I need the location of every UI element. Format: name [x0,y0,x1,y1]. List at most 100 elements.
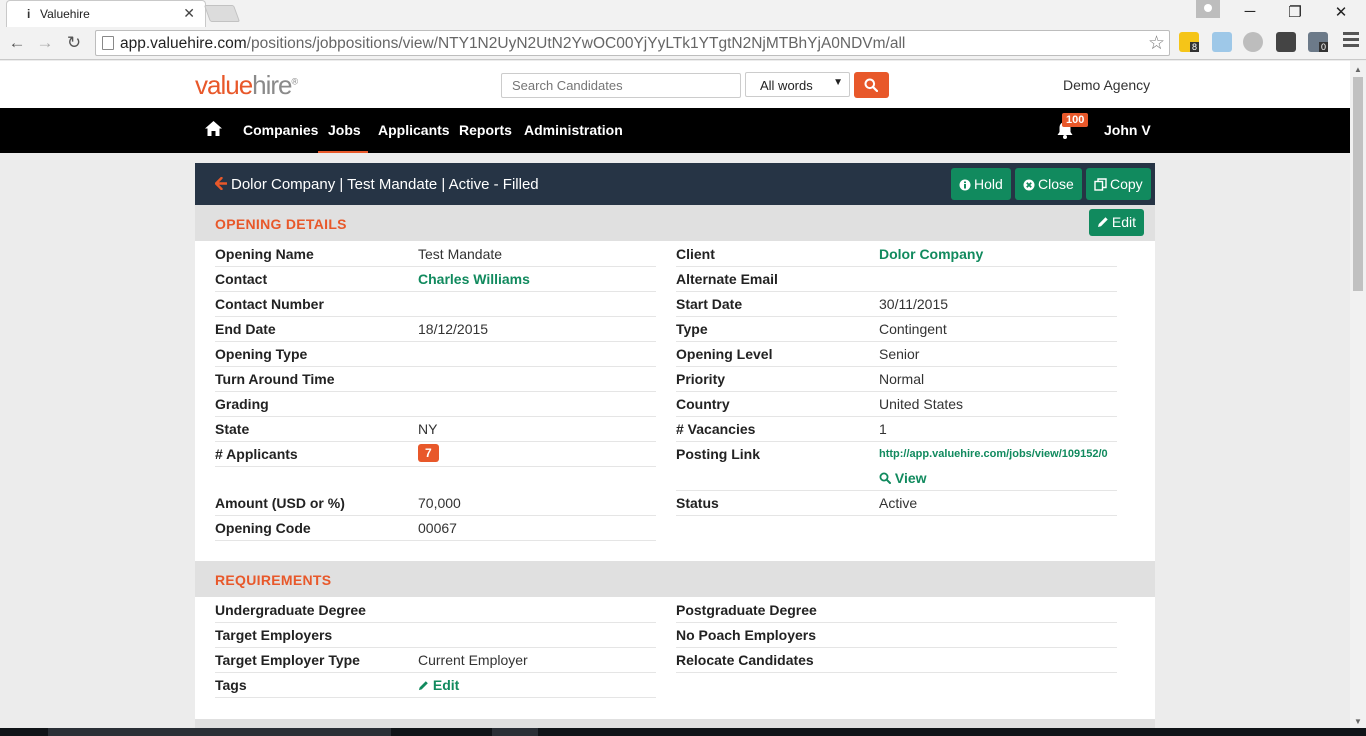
copy-button[interactable]: Copy [1086,168,1151,200]
close-button[interactable]: Close [1015,168,1082,200]
section-title: OPENING DETAILS [215,216,347,232]
applicants-count-badge[interactable]: 7 [418,444,439,462]
field-label: Turn Around Time [215,371,335,387]
scroll-up-icon[interactable]: ▲ [1354,65,1362,74]
field-label: Opening Name [215,246,314,262]
opening-level-value: Senior [879,346,920,362]
extension-icon[interactable] [1243,32,1263,52]
field-label: Opening Type [215,346,308,362]
country-value: United States [879,396,964,412]
scrollbar-thumb[interactable] [1353,77,1363,291]
browser-toolbar: ← → ↻ app.valuehire.com/positions/jobpos… [0,27,1366,60]
field-label: Priority [676,371,726,387]
hold-button[interactable]: Hold [951,168,1011,200]
window-close-icon[interactable]: ✕ [1318,3,1364,21]
caret-down-icon: ▼ [833,77,843,88]
section-title: REQUIREMENTS [215,572,332,588]
card-header: Dolor Company | Test Mandate | Active - … [195,163,1155,205]
field-label: Country [676,396,730,412]
search-icon [879,472,891,484]
field-label: Contact [215,271,268,287]
profile-icon[interactable] [1196,0,1220,18]
start-date-value: 30/11/2015 [879,296,949,312]
nav-jobs[interactable]: Jobs [328,122,361,138]
requirements-header: REQUIREMENTS [195,561,1155,597]
search-icon [864,78,878,92]
field-label: Postgraduate Degree [676,602,817,618]
contact-link[interactable]: Charles Williams [418,271,530,287]
scroll-down-icon[interactable]: ▼ [1354,717,1362,726]
app-header: valuehire® All words ▼ Demo Agency [0,61,1350,108]
agency-name[interactable]: Demo Agency [1063,77,1150,93]
opening-name-value: Test Mandate [418,246,503,262]
tab-title: Valuehire [40,7,90,21]
field-label: Posting Link [676,446,760,462]
copy-icon [1094,178,1107,191]
active-nav-indicator [318,151,368,153]
field-label: # Applicants [215,446,298,462]
field-label: Status [676,495,719,511]
back-arrow-icon[interactable] [215,177,227,190]
field-label: Alternate Email [676,271,778,287]
notification-badge: 100 [1062,113,1089,127]
field-label: Tags [215,677,247,693]
nav-administration[interactable]: Administration [524,122,623,138]
field-label: Relocate Candidates [676,652,814,668]
client-link[interactable]: Dolor Company [879,246,983,262]
page-scrollbar[interactable]: ▲ ▼ [1350,61,1366,728]
browser-tab[interactable]: i Valuehire ✕ [6,0,206,27]
tab-close-icon[interactable]: ✕ [183,5,195,22]
field-label: # Vacancies [676,421,756,437]
field-label: Contact Number [215,296,324,312]
home-icon[interactable] [204,120,223,137]
type-value: Contingent [879,321,947,337]
extension-icon[interactable] [1212,32,1232,52]
field-label: Type [676,321,708,337]
back-icon[interactable]: ← [6,33,28,53]
logo[interactable]: valuehire® [195,70,298,101]
search-button[interactable] [854,72,889,98]
job-card: Dolor Company | Test Mandate | Active - … [195,163,1155,728]
restore-icon[interactable]: ❐ [1272,3,1318,21]
search-input[interactable] [501,73,741,98]
user-menu[interactable]: John V [1104,122,1151,138]
extension-icon[interactable]: 0 [1308,32,1329,52]
reload-icon[interactable]: ↻ [63,33,85,53]
posting-link[interactable]: http://app.valuehire.com/jobs/view/10915… [879,448,1108,460]
pencil-icon [418,681,428,691]
edit-opening-button[interactable]: Edit [1088,209,1144,236]
nav-reports[interactable]: Reports [459,122,512,138]
nav-companies[interactable]: Companies [243,122,318,138]
minimize-icon[interactable]: ─ [1227,3,1273,20]
view-posting-link[interactable]: View [879,470,927,486]
field-label: Opening Code [215,520,311,536]
end-date-value: 18/12/2015 [418,321,489,337]
field-label: Grading [215,396,269,412]
nav-applicants[interactable]: Applicants [378,122,450,138]
field-label: Start Date [676,296,743,312]
search-mode-select[interactable]: All words ▼ [745,72,850,97]
page-icon [102,36,114,50]
address-bar[interactable]: app.valuehire.com/positions/jobpositions… [95,30,1170,56]
field-label: End Date [215,321,276,337]
bookmark-star-icon[interactable]: ☆ [1148,32,1165,55]
info-icon [959,179,971,191]
opening-code-value: 00067 [418,520,457,536]
priority-value: Normal [879,371,925,387]
forward-icon[interactable]: → [34,33,56,53]
favicon-icon: i [27,7,31,21]
extension-icon[interactable]: 8 [1179,32,1200,52]
edit-tags-link[interactable]: Edit [418,677,459,693]
field-label: State [215,421,250,437]
url-text: app.valuehire.com/positions/jobpositions… [120,35,906,52]
os-taskbar [0,728,1366,736]
target-employer-type-value: Current Employer [418,652,528,668]
state-value: NY [418,421,438,437]
new-tab-button[interactable] [203,5,241,22]
field-label: No Poach Employers [676,627,817,643]
field-label: Opening Level [676,346,773,362]
amount-value: 70,000 [418,495,461,511]
field-label: Target Employer Type [215,652,360,668]
menu-icon[interactable] [1343,32,1359,50]
extension-icon[interactable] [1276,32,1296,52]
